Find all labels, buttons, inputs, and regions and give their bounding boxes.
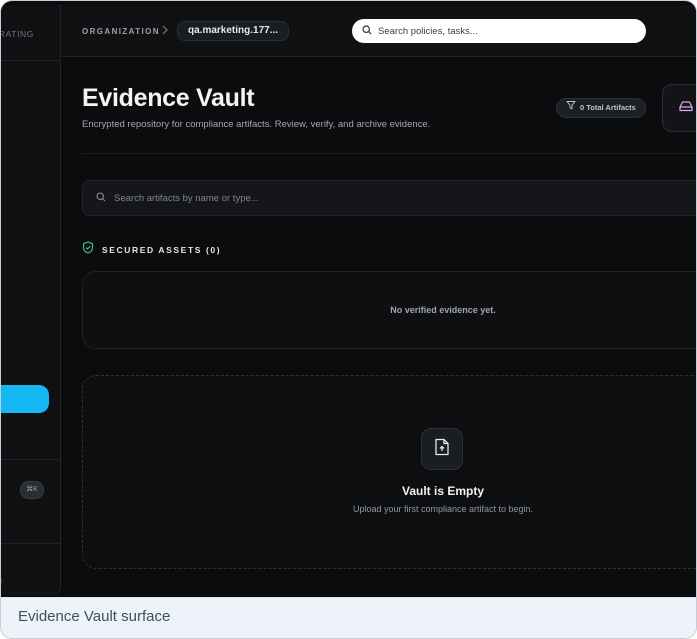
caption-bar: Evidence Vault surface (1, 597, 696, 638)
empty-assets-message: No verified evidence yet. (390, 305, 496, 315)
artifact-search-input[interactable] (114, 192, 674, 204)
app-screen: RATING ⌘K n ORGANIZATION qa.marketing.17… (1, 1, 696, 597)
page-subtitle: Encrypted repository for compliance arti… (82, 119, 431, 130)
sidebar-divider (1, 459, 60, 460)
page-title: Evidence Vault (82, 84, 255, 112)
breadcrumb-chevron-icon (161, 25, 169, 38)
global-search-bar[interactable] (352, 19, 646, 43)
search-icon (362, 22, 372, 40)
organization-switcher[interactable]: qa.marketing.177... (177, 21, 290, 41)
artifact-count-label: 0 Total Artifacts (580, 103, 636, 112)
header-divider (82, 153, 696, 154)
top-bar: ORGANIZATION qa.marketing.177... (62, 5, 696, 57)
global-search-input[interactable] (378, 25, 618, 37)
command-palette-shortcut[interactable]: ⌘K (20, 481, 44, 499)
search-icon (96, 189, 106, 207)
sidebar-header-label: RATING (1, 29, 34, 39)
artifact-count-filter[interactable]: 0 Total Artifacts (556, 98, 646, 118)
sidebar-header: RATING (1, 5, 60, 61)
sidebar-divider (1, 543, 60, 544)
window-frame: RATING ⌘K n ORGANIZATION qa.marketing.17… (0, 0, 697, 639)
secured-assets-title: SECURED ASSETS (0) (102, 245, 222, 255)
vault-empty-title: Vault is Empty (401, 484, 485, 498)
storage-button[interactable] (662, 84, 696, 132)
sidebar: RATING ⌘K n (1, 5, 61, 595)
shield-check-icon (82, 241, 94, 259)
secured-assets-header: SECURED ASSETS (0) (82, 241, 221, 259)
vault-empty-subtitle: Upload your first compliance artifact to… (352, 504, 534, 514)
artifact-search-bar[interactable] (82, 180, 696, 216)
hard-drive-icon (679, 99, 693, 117)
upload-icon-box (421, 428, 463, 470)
filter-icon (566, 99, 576, 117)
secured-assets-panel: No verified evidence yet. (82, 271, 696, 349)
organization-label: ORGANIZATION (82, 27, 160, 36)
sidebar-item-active[interactable] (1, 385, 49, 413)
caption-text: Evidence Vault surface (18, 608, 171, 625)
sidebar-footer-text: n (1, 575, 2, 585)
upload-dropzone[interactable]: Vault is Empty Upload your first complia… (82, 375, 696, 569)
main-content: Evidence Vault Encrypted repository for … (62, 58, 696, 597)
file-upload-icon (434, 438, 450, 461)
